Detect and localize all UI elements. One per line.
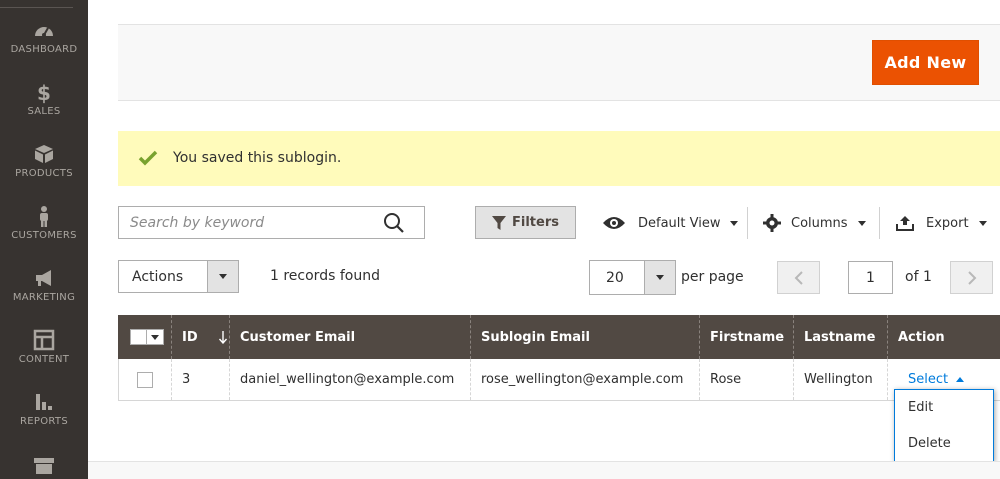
filters-label: Filters [512,215,559,230]
current-page-input[interactable] [848,261,893,294]
column-header-action: Action [898,329,945,345]
box-icon [35,145,53,163]
chevron-left-icon [794,270,803,285]
nav-products-label: PRODUCTS [15,168,73,179]
svg-text:$: $ [37,81,51,104]
nav-reports-label: REPORTS [20,416,68,427]
total-pages: of 1 [905,269,932,285]
eye-icon [603,217,625,229]
nav-stores[interactable] [0,452,88,476]
export-dropdown[interactable]: Export [896,210,987,236]
nav-customers[interactable]: CUSTOMERS [0,204,88,241]
chevron-down-icon [978,220,987,226]
cell-lastname: Wellington [804,372,873,387]
success-message: You saved this sublogin. [118,131,1000,186]
row-action-menu: Edit Delete [894,389,994,462]
filters-button[interactable]: Filters [475,206,576,239]
per-page-select[interactable]: 20 [589,260,676,295]
records-count: 1 records found [270,268,380,284]
nav-marketing-label: MARKETING [12,292,76,303]
nav-dashboard[interactable]: DASHBOARD [0,18,88,55]
check-icon [138,150,158,166]
person-icon [40,206,48,227]
column-header-customer-email[interactable]: Customer Email [230,315,470,359]
grid-header: ID Customer Email Sublogin Email Firstna… [118,315,1000,359]
success-message-text: You saved this sublogin. [173,150,342,166]
default-view-label: Default View [638,215,721,231]
nav-marketing[interactable]: MARKETING [0,266,88,303]
per-page-label: per page [681,269,744,285]
sort-down-icon [218,331,227,344]
add-new-button[interactable]: Add New [872,40,979,85]
nav-products[interactable]: PRODUCTS [0,142,88,179]
column-header-sublogin-email[interactable]: Sublogin Email [471,315,699,359]
next-page-button[interactable] [950,261,993,294]
nav-dashboard-label: DASHBOARD [10,44,78,55]
nav-sales-label: SALES [27,106,61,117]
chevron-down-icon [219,274,227,279]
menu-item-delete[interactable]: Delete [908,436,951,451]
chevron-down-icon [857,220,866,226]
nav-sales[interactable]: $ SALES [0,80,88,117]
row-checkbox[interactable] [137,371,153,388]
cell-sublogin-email: rose_wellington@example.com [481,372,684,387]
megaphone-icon [36,270,51,286]
dashboard-icon [35,27,53,37]
chevron-up-icon [956,377,965,382]
sidebar-divider [0,7,73,8]
column-header-id[interactable]: ID [172,315,229,359]
main-content: Add New You saved this sublogin. Filters… [88,0,1000,479]
cell-customer-email: daniel_wellington@example.com [240,372,455,387]
page-footer [88,461,1000,479]
search-icon[interactable] [383,212,405,234]
mass-select-checkbox[interactable] [130,329,164,345]
column-header-firstname[interactable]: Firstname [700,315,793,359]
chevron-down-icon [151,335,159,340]
nav-customers-label: CUSTOMERS [11,230,77,241]
nav-reports[interactable]: REPORTS [0,390,88,427]
export-icon [896,216,914,231]
columns-label: Columns [791,215,848,231]
previous-page-button[interactable] [777,261,820,294]
gear-icon [763,214,781,232]
select-all-checkbox[interactable] [131,330,147,344]
cell-id: 3 [182,372,191,387]
default-view-dropdown[interactable]: Default View [602,210,739,236]
export-label: Export [926,215,969,231]
chevron-right-icon [967,270,976,285]
mass-actions-toggle[interactable] [207,261,238,292]
row-checkbox-cell [127,359,167,400]
column-id-label: ID [182,329,198,345]
per-page-value: 20 [606,270,624,286]
search-input[interactable] [119,207,379,238]
columns-dropdown[interactable]: Columns [763,210,866,236]
nav-content[interactable]: CONTENT [0,328,88,365]
nav-content-label: CONTENT [18,354,70,365]
row-action-select-label[interactable]: Select [908,372,948,387]
cell-firstname: Rose [710,372,742,387]
dollar-icon: $ [37,81,51,104]
bar-chart-icon [36,394,52,410]
menu-item-edit[interactable]: Edit [908,400,933,415]
layout-icon [33,329,55,351]
mass-actions-dropdown[interactable]: Actions [118,260,239,293]
toolbar-divider [747,207,748,239]
page-actions-bar: Add New [118,24,1000,101]
chevron-down-icon [656,275,664,280]
funnel-icon [492,215,506,230]
mass-actions-label: Actions [132,269,184,285]
table-row[interactable]: 3 daniel_wellington@example.com rose_wel… [118,359,1000,401]
store-icon [34,458,54,474]
toolbar-divider [879,207,880,239]
per-page-toggle[interactable] [644,261,675,294]
column-header-lastname[interactable]: Lastname [794,315,887,359]
search-box [118,206,425,239]
cell-divider [887,359,888,400]
admin-sidebar: DASHBOARD $ SALES PRODUCTS CUSTOMERS MAR… [0,0,88,479]
chevron-down-icon [730,220,739,226]
